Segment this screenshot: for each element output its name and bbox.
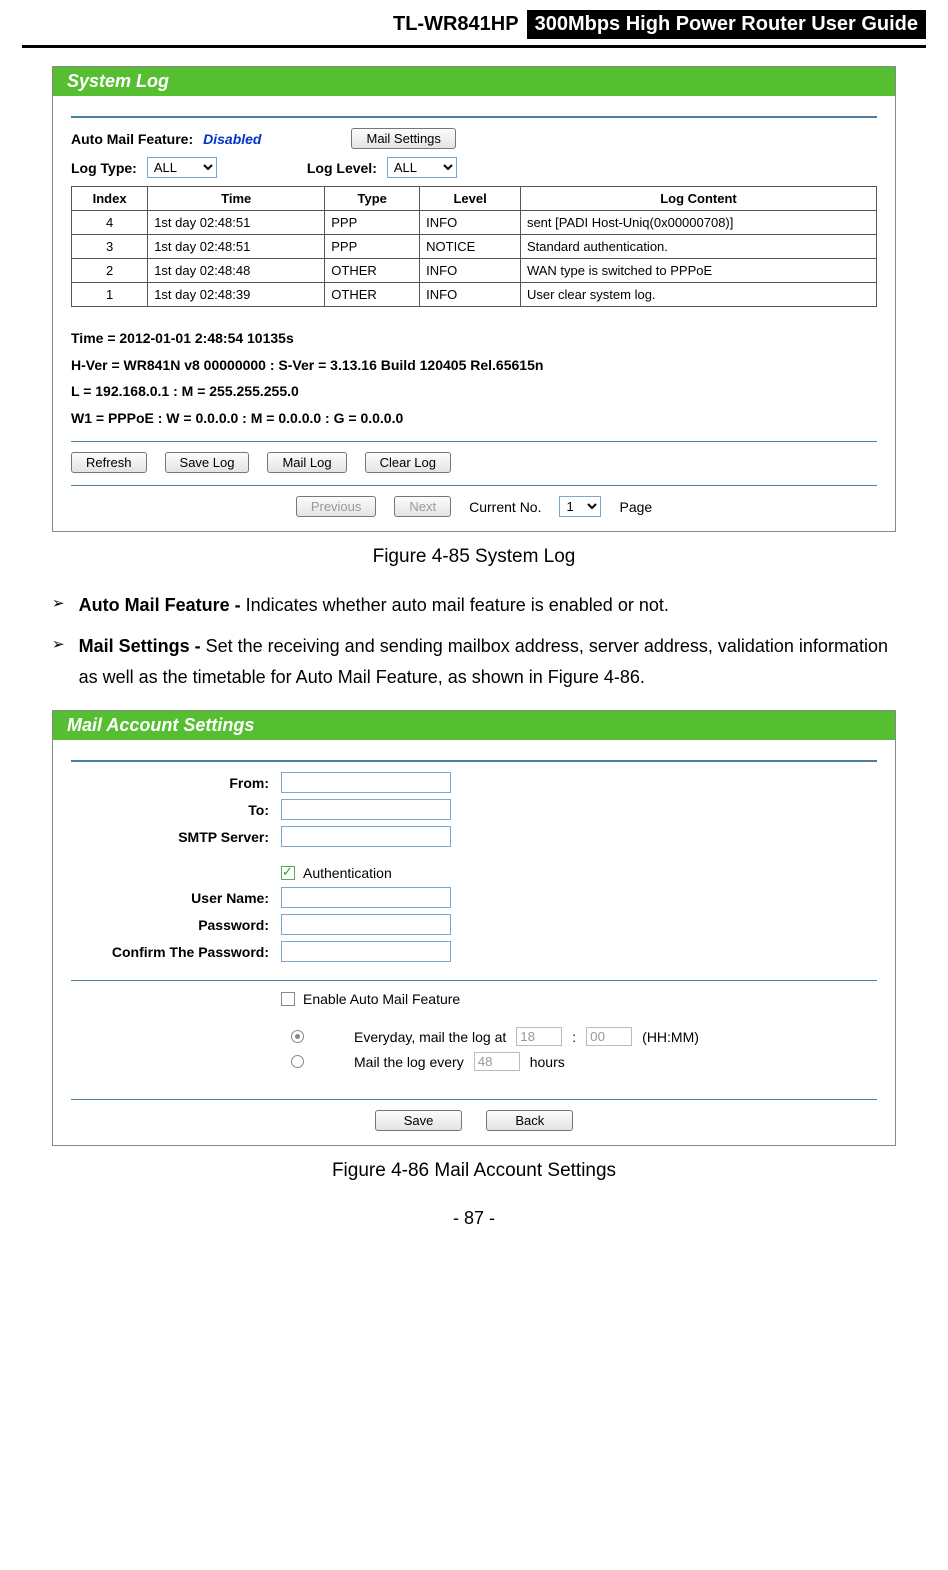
interval-hours-input[interactable] xyxy=(474,1052,520,1071)
page-label: Page xyxy=(619,499,652,515)
model-number: TL-WR841HP xyxy=(393,13,519,36)
username-label: User Name: xyxy=(71,890,281,906)
header-rule xyxy=(22,45,926,48)
interval-label-post: hours xyxy=(530,1054,565,1070)
hh-input[interactable] xyxy=(516,1027,562,1046)
auth-checkbox[interactable] xyxy=(281,866,295,880)
enable-automail-label: Enable Auto Mail Feature xyxy=(303,991,460,1007)
doc-header: TL-WR841HP 300Mbps High Power Router Use… xyxy=(0,0,948,45)
doc-title: 300Mbps High Power Router User Guide xyxy=(527,10,926,39)
list-item: ➢ Mail Settings - Set the receiving and … xyxy=(52,631,896,692)
auto-mail-label: Auto Mail Feature: xyxy=(71,131,193,147)
log-table: Index Time Type Level Log Content 4 1st … xyxy=(71,186,877,307)
auth-label: Authentication xyxy=(303,865,392,881)
page-select[interactable]: 1 xyxy=(559,496,601,517)
table-row: 1 1st day 02:48:39 OTHER INFO User clear… xyxy=(72,283,877,307)
mail-settings-button[interactable]: Mail Settings xyxy=(351,128,455,149)
log-type-label: Log Type: xyxy=(71,160,137,176)
log-level-label: Log Level: xyxy=(307,160,377,176)
table-row: 2 1st day 02:48:48 OTHER INFO WAN type i… xyxy=(72,259,877,283)
table-row: 4 1st day 02:48:51 PPP INFO sent [PADI H… xyxy=(72,211,877,235)
table-row: 3 1st day 02:48:51 PPP NOTICE Standard a… xyxy=(72,235,877,259)
mm-input[interactable] xyxy=(586,1027,632,1046)
prev-page-button[interactable]: Previous xyxy=(296,496,377,517)
enable-automail-checkbox[interactable] xyxy=(281,992,295,1006)
everyday-label: Everyday, mail the log at xyxy=(354,1029,506,1045)
back-button[interactable]: Back xyxy=(486,1110,573,1131)
radio-interval[interactable] xyxy=(291,1055,304,1068)
confirm-password-label: Confirm The Password: xyxy=(71,944,281,960)
col-type: Type xyxy=(325,187,420,211)
smtp-input[interactable] xyxy=(281,826,451,847)
confirm-password-input[interactable] xyxy=(281,941,451,962)
system-log-panel: System Log Auto Mail Feature: Disabled M… xyxy=(52,66,896,532)
mail-log-button[interactable]: Mail Log xyxy=(267,452,346,473)
radio-everyday[interactable] xyxy=(291,1030,304,1043)
list-item: ➢ Auto Mail Feature - Indicates whether … xyxy=(52,590,896,621)
refresh-button[interactable]: Refresh xyxy=(71,452,147,473)
clear-log-button[interactable]: Clear Log xyxy=(365,452,451,473)
username-input[interactable] xyxy=(281,887,451,908)
smtp-label: SMTP Server: xyxy=(71,829,281,845)
col-level: Level xyxy=(420,187,521,211)
hhmm-hint: (HH:MM) xyxy=(642,1029,699,1045)
current-no-label: Current No. xyxy=(469,499,541,515)
chevron-icon: ➢ xyxy=(52,631,65,692)
from-label: From: xyxy=(71,775,281,791)
auto-mail-status: Disabled xyxy=(203,131,261,147)
col-content: Log Content xyxy=(520,187,876,211)
to-label: To: xyxy=(71,802,281,818)
col-index: Index xyxy=(72,187,148,211)
password-label: Password: xyxy=(71,917,281,933)
page-number: - 87 - xyxy=(0,1208,948,1229)
save-log-button[interactable]: Save Log xyxy=(165,452,250,473)
interval-label-pre: Mail the log every xyxy=(354,1054,464,1070)
mail-settings-panel: Mail Account Settings From: To: SMTP Ser… xyxy=(52,710,896,1146)
system-info-block: Time = 2012-01-01 2:48:54 10135s H-Ver =… xyxy=(71,325,877,431)
from-input[interactable] xyxy=(281,772,451,793)
bullet-list: ➢ Auto Mail Feature - Indicates whether … xyxy=(52,590,896,692)
to-input[interactable] xyxy=(281,799,451,820)
chevron-icon: ➢ xyxy=(52,590,65,621)
figure-caption-85: Figure 4-85 System Log xyxy=(52,546,896,568)
mail-settings-title: Mail Account Settings xyxy=(53,711,895,740)
log-type-select[interactable]: ALL xyxy=(147,157,217,178)
log-level-select[interactable]: ALL xyxy=(387,157,457,178)
save-button[interactable]: Save xyxy=(375,1110,463,1131)
figure-caption-86: Figure 4-86 Mail Account Settings xyxy=(52,1160,896,1182)
next-page-button[interactable]: Next xyxy=(394,496,451,517)
system-log-title: System Log xyxy=(53,67,895,96)
password-input[interactable] xyxy=(281,914,451,935)
col-time: Time xyxy=(148,187,325,211)
